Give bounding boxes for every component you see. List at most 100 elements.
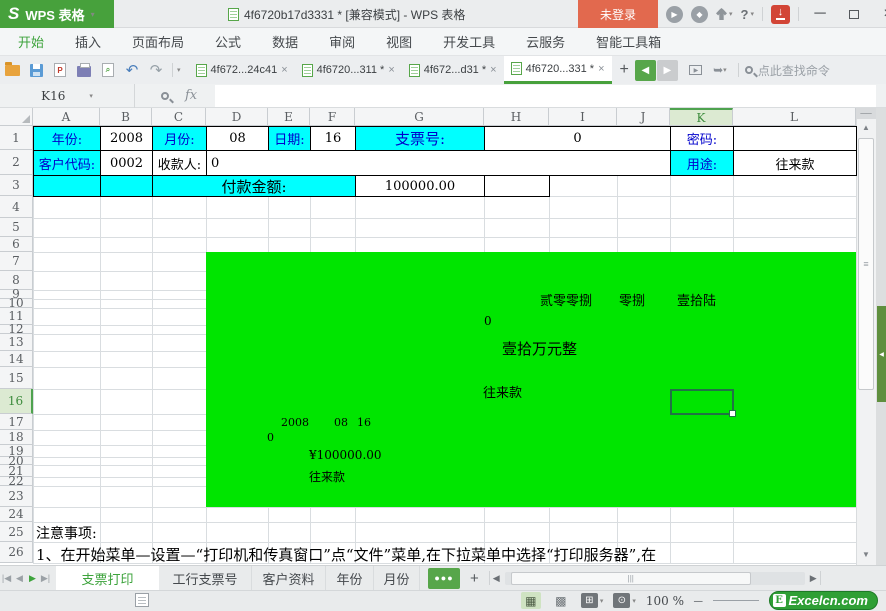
cell-B1[interactable]: 2008	[100, 126, 153, 151]
close-tab-icon[interactable]: ×	[388, 64, 394, 76]
print-button[interactable]	[72, 59, 96, 81]
document-tab[interactable]: 4f672...d31 *×	[402, 56, 504, 84]
share-button[interactable]: ➥▾	[708, 59, 732, 81]
column-header-H[interactable]: H	[484, 108, 549, 126]
next-tab-button[interactable]: ▶	[657, 60, 678, 81]
command-search[interactable]: 点此查找命令	[745, 62, 830, 79]
cell-C3[interactable]: 付款金额:	[152, 175, 356, 197]
name-box[interactable]: K16 ▾	[0, 84, 135, 108]
column-header-E[interactable]: E	[268, 108, 310, 126]
split-handle[interactable]: ──	[856, 108, 876, 119]
document-tab[interactable]: 4f6720...311 *×	[295, 56, 402, 84]
select-all-corner[interactable]	[0, 108, 33, 126]
redo-button[interactable]: ↷	[144, 59, 168, 81]
selected-cell-outline[interactable]	[670, 389, 734, 415]
sheet-tab-工行支票号[interactable]: 工行支票号	[159, 566, 252, 591]
sheet-list-button[interactable]: ●●●	[428, 568, 460, 589]
column-header-C[interactable]: C	[152, 108, 206, 126]
column-header-G[interactable]: G	[355, 108, 484, 126]
next-sheet-button[interactable]: ▶	[26, 573, 39, 584]
first-sheet-button[interactable]: |◀	[0, 573, 13, 584]
prev-sheet-button[interactable]: ◀	[13, 573, 26, 584]
docer-templates-icon[interactable]: ◆	[691, 6, 708, 23]
cell-K1[interactable]: 密码:	[670, 126, 734, 151]
column-header-B[interactable]: B	[100, 108, 152, 126]
sheet-tab-月份[interactable]: 月份	[374, 566, 420, 591]
page-break-view-button[interactable]: ▩	[551, 592, 571, 609]
insert-function-button[interactable]	[153, 85, 177, 107]
save-button[interactable]	[24, 59, 48, 81]
document-tab[interactable]: 4f672...24c41×	[189, 56, 295, 84]
cell-E1[interactable]: 日期:	[268, 126, 311, 151]
cell-H1[interactable]: 0	[484, 126, 671, 151]
menu-tab-审阅[interactable]: 审阅	[329, 32, 355, 51]
menu-tab-插入[interactable]: 插入	[75, 32, 101, 51]
macro-record-icon[interactable]	[135, 593, 149, 607]
download-update-button[interactable]: ↓	[771, 5, 790, 24]
row-header-10[interactable]: 10	[0, 299, 33, 308]
row-header-15[interactable]: 15	[0, 367, 33, 389]
normal-view-button[interactable]: ▦	[521, 592, 541, 609]
print-preview-button[interactable]: ⌕	[96, 59, 120, 81]
row-header-6[interactable]: 6	[0, 237, 33, 252]
toolbar-more-dropdown[interactable]: ▾	[177, 66, 181, 74]
cell-A3[interactable]	[33, 175, 101, 197]
login-button[interactable]: 未登录	[578, 0, 658, 28]
cell-D2[interactable]: 0	[206, 150, 671, 176]
close-tab-icon[interactable]: ×	[598, 63, 604, 75]
row-header-22[interactable]: 22	[0, 477, 33, 486]
formula-input[interactable]	[215, 85, 876, 107]
column-header-D[interactable]: D	[206, 108, 268, 126]
row-header-1[interactable]: 1	[0, 126, 33, 150]
row-header-14[interactable]: 14	[0, 351, 33, 367]
scroll-down-arrow[interactable]: ▼	[856, 545, 876, 563]
add-sheet-button[interactable]: +	[470, 570, 479, 587]
cell-G1[interactable]: 支票号:	[355, 126, 485, 151]
close-button[interactable]: ×	[875, 0, 886, 28]
prev-tab-button[interactable]: ◀	[635, 60, 656, 81]
row-header-12[interactable]: 12	[0, 325, 33, 334]
cell-G3[interactable]: 100000.00	[355, 175, 485, 197]
column-header-L[interactable]: L	[733, 108, 856, 126]
row-header-17[interactable]: 17	[0, 414, 33, 430]
column-header-K[interactable]: K	[670, 108, 733, 126]
cell-A1[interactable]: 年份:	[33, 126, 101, 151]
app-menu-button[interactable]: S WPS 表格 ▾	[0, 0, 114, 28]
hscroll-left-arrow[interactable]: ◀	[490, 573, 503, 584]
horizontal-scrollbar[interactable]: |||	[505, 572, 805, 585]
minimize-button[interactable]: ─	[807, 0, 833, 28]
row-header-26[interactable]: 26	[0, 542, 33, 563]
cell-L2[interactable]: 往来款	[733, 150, 857, 176]
task-pane-handle[interactable]: ◀	[877, 306, 886, 402]
menu-tab-数据[interactable]: 数据	[272, 32, 298, 51]
cell-B2[interactable]: 0002	[100, 150, 153, 176]
help-button[interactable]: ?▾	[741, 7, 754, 22]
sheet-tab-客户资料[interactable]: 客户资料	[252, 566, 326, 591]
new-document-button[interactable]: +	[620, 61, 629, 79]
sheet-tab-支票打印[interactable]: 支票打印	[56, 566, 159, 591]
menu-tab-开始[interactable]: 开始	[18, 32, 44, 51]
cell-H3[interactable]	[484, 175, 550, 197]
last-sheet-button[interactable]: ▶|	[39, 573, 52, 584]
row-header-16[interactable]: 16	[0, 389, 33, 414]
cell-D1[interactable]: 08	[206, 126, 269, 151]
menu-tab-公式[interactable]: 公式	[215, 32, 241, 51]
cell-A2[interactable]: 客户代码:	[33, 150, 101, 176]
row-header-4[interactable]: 4	[0, 196, 33, 218]
column-header-I[interactable]: I	[549, 108, 617, 126]
zoom-slider[interactable]	[713, 600, 759, 601]
row-header-23[interactable]: 23	[0, 486, 33, 507]
menu-tab-页面布局[interactable]: 页面布局	[132, 32, 184, 51]
eye-protection-button[interactable]: ⊙▾	[613, 593, 636, 608]
undo-button[interactable]: ↶	[120, 59, 144, 81]
menu-tab-视图[interactable]: 视图	[386, 32, 412, 51]
column-header-A[interactable]: A	[33, 108, 100, 126]
row-header-25[interactable]: 25	[0, 522, 33, 542]
cell-K2[interactable]: 用途:	[670, 150, 734, 176]
close-tab-icon[interactable]: ×	[490, 64, 496, 76]
wps-community-icon[interactable]: ▶	[666, 6, 683, 23]
hscroll-right-arrow[interactable]: ▶	[807, 573, 820, 584]
row-header-13[interactable]: 13	[0, 334, 33, 351]
column-header-F[interactable]: F	[310, 108, 355, 126]
maximize-button[interactable]	[841, 0, 867, 28]
